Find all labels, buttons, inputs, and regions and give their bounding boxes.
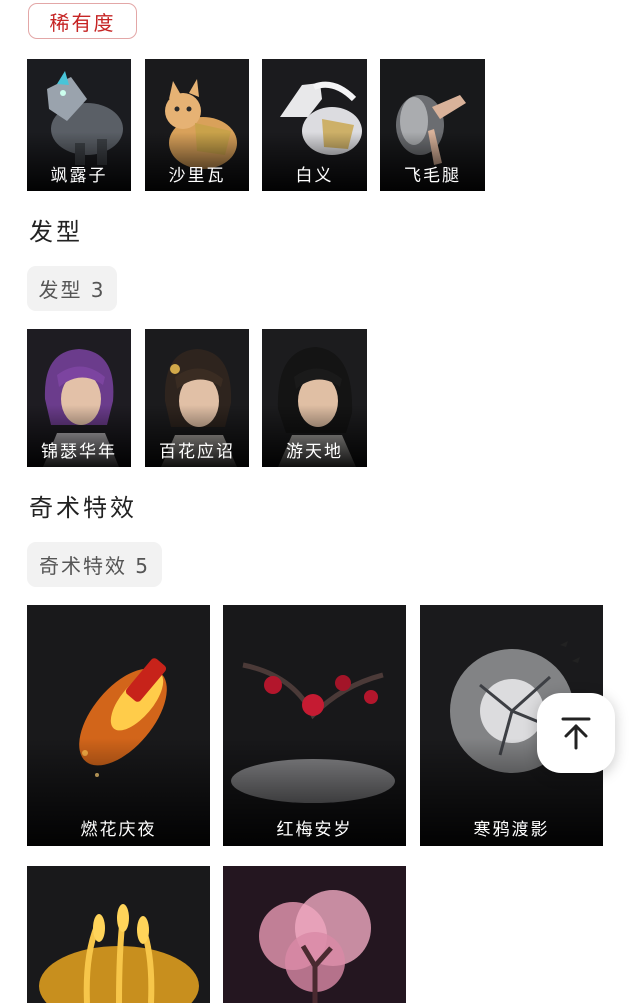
- mount-tile-2[interactable]: 沙里瓦: [145, 59, 249, 191]
- mount-tile-4[interactable]: 飞毛腿: [380, 59, 485, 191]
- hairstyle-name: 游天地: [286, 442, 343, 462]
- hairstyle-name: 百花应诏: [159, 442, 235, 462]
- effect-tile-4[interactable]: [27, 866, 210, 1003]
- golden-wheat-icon: [27, 866, 210, 1003]
- effect-tile-5[interactable]: [223, 866, 406, 1003]
- effects-chip-label: 奇术特效 5: [38, 554, 151, 578]
- back-to-top-button[interactable]: [537, 693, 615, 773]
- rarity-chip[interactable]: 稀有度: [28, 3, 137, 39]
- effect-name: 红梅安岁: [276, 820, 353, 840]
- hairstyle-chip[interactable]: 发型 3: [27, 266, 117, 311]
- mount-name: 飞毛腿: [404, 166, 461, 186]
- effects-heading: 奇术特效: [29, 494, 137, 522]
- hairstyle-name: 锦瑟华年: [41, 442, 117, 462]
- effect-tile-1[interactable]: 燃花庆夜: [27, 605, 210, 846]
- hairstyle-heading: 发型: [29, 218, 83, 246]
- mount-tile-3[interactable]: 白义: [262, 59, 367, 191]
- arrow-up-to-top-icon: [561, 717, 591, 750]
- mount-name: 白义: [295, 166, 334, 186]
- effect-name: 燃花庆夜: [80, 820, 157, 840]
- hairstyle-chip-label: 发型 3: [38, 278, 106, 302]
- mount-name: 沙里瓦: [168, 166, 226, 186]
- hairstyle-tile-1[interactable]: 锦瑟华年: [27, 329, 131, 467]
- effects-chip[interactable]: 奇术特效 5: [27, 542, 162, 587]
- mount-tile-1[interactable]: 飒露子: [27, 59, 131, 191]
- mount-name: 飒露子: [50, 166, 108, 186]
- effect-name: 寒鸦渡影: [473, 820, 550, 840]
- cherry-blossom-tree-icon: [223, 866, 406, 1003]
- rarity-label: 稀有度: [49, 10, 116, 35]
- effect-tile-2[interactable]: 红梅安岁: [223, 605, 406, 846]
- hairstyle-tile-3[interactable]: 游天地: [262, 329, 367, 467]
- hairstyle-tile-2[interactable]: 百花应诏: [145, 329, 249, 467]
